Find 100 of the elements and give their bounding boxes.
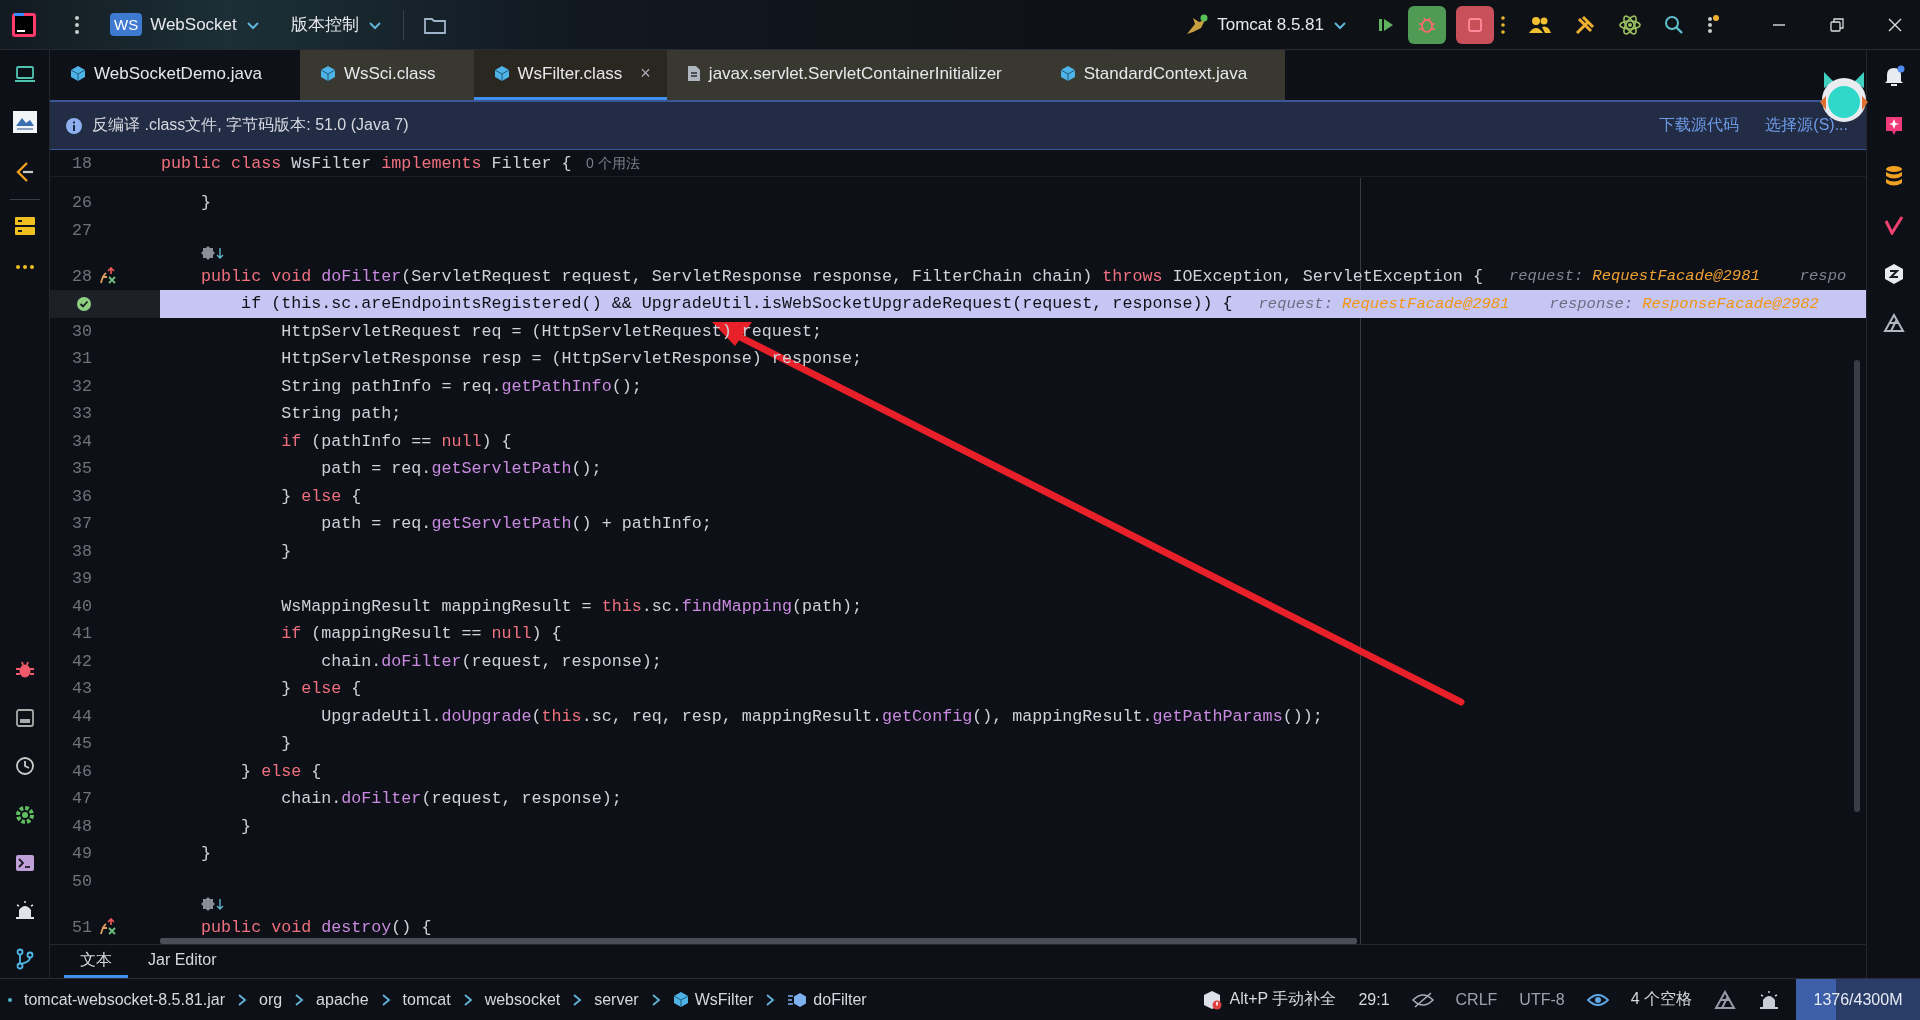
info-message: 反编译 .class文件, 字节码版本: 51.0 (Java 7) bbox=[92, 115, 409, 135]
breadcrumb-item[interactable]: apache bbox=[316, 990, 369, 1009]
breadcrumb-item[interactable]: org bbox=[259, 990, 283, 1009]
line-number: 36 bbox=[70, 486, 92, 506]
triangle-knot-icon[interactable] bbox=[1882, 313, 1905, 335]
editor-mode-tab[interactable]: 文本 bbox=[64, 945, 128, 978]
vcs-label: 版本控制 bbox=[290, 14, 359, 36]
code-line: } bbox=[200, 192, 213, 215]
line-number: 31 bbox=[70, 349, 92, 369]
resume-icon[interactable] bbox=[1378, 16, 1394, 33]
scrollbar[interactable] bbox=[1854, 360, 1860, 812]
badge-arrow-icon[interactable] bbox=[201, 896, 225, 913]
v-icon[interactable] bbox=[1883, 215, 1904, 235]
tools-icon[interactable] bbox=[1574, 13, 1596, 36]
scrollbar[interactable] bbox=[160, 938, 1357, 944]
stop-button[interactable] bbox=[1456, 5, 1494, 44]
line-number: 18 bbox=[70, 153, 92, 173]
code-line: String path; bbox=[280, 403, 403, 426]
code-line: } else { bbox=[280, 485, 363, 508]
sparkle-icon[interactable] bbox=[1883, 115, 1904, 137]
project-name: WebSocket bbox=[150, 14, 237, 35]
alarm-icon[interactable] bbox=[13, 900, 36, 920]
thumbnail-icon[interactable] bbox=[12, 111, 37, 133]
breadcrumb-item[interactable]: tomcat bbox=[402, 990, 451, 1009]
restore-icon[interactable] bbox=[1830, 17, 1844, 32]
people-icon[interactable] bbox=[1528, 14, 1552, 35]
breadcrumb-item[interactable]: websocket bbox=[484, 990, 561, 1009]
run-config-label: Tomcat 8.5.81 bbox=[1217, 14, 1324, 35]
editor-tab[interactable]: javax.servlet.ServletContainerInitializer bbox=[666, 50, 1040, 100]
line-number: 49 bbox=[70, 844, 92, 864]
check-icon[interactable] bbox=[76, 295, 92, 312]
editor-mode-tab[interactable]: Jar Editor bbox=[132, 945, 233, 978]
settings-icon[interactable] bbox=[13, 804, 36, 826]
editor-tab[interactable]: WsFilter.class × bbox=[473, 50, 667, 100]
line-number: 30 bbox=[70, 321, 92, 341]
override-marker-icon[interactable] bbox=[99, 918, 117, 937]
indent-setting[interactable]: 4 个空格 bbox=[1630, 989, 1692, 1010]
breadcrumb-item[interactable]: doFilter bbox=[787, 990, 867, 1009]
breadcrumb-item[interactable]: server bbox=[594, 990, 639, 1009]
line-number: 47 bbox=[70, 789, 92, 809]
line-number: 50 bbox=[70, 871, 92, 891]
run-config-selector[interactable]: Tomcat 8.5.81 bbox=[1185, 13, 1348, 36]
breadcrumb-item[interactable]: WsFilter bbox=[672, 990, 754, 1009]
banner-link[interactable]: 选择源(S)... bbox=[1765, 115, 1848, 136]
badge-arrow-icon[interactable] bbox=[201, 245, 225, 262]
clock-icon[interactable] bbox=[14, 756, 35, 776]
server-icon[interactable] bbox=[13, 216, 36, 236]
line-number: 46 bbox=[70, 761, 92, 781]
hexagon-icon[interactable] bbox=[1882, 263, 1905, 285]
caret-position[interactable]: 29:1 bbox=[1358, 990, 1390, 1009]
code-line: if (mappingResult == null) { bbox=[280, 623, 563, 646]
database-icon[interactable] bbox=[1883, 165, 1904, 187]
completion-widget[interactable]: Alt+P 手动补全 bbox=[1201, 989, 1337, 1010]
bookmark-icon[interactable] bbox=[14, 708, 35, 728]
more-icon[interactable] bbox=[1500, 14, 1506, 35]
chevron-right-icon bbox=[765, 992, 776, 1007]
menu-icon[interactable] bbox=[74, 14, 80, 35]
vcs-selector[interactable]: 版本控制 bbox=[290, 13, 383, 36]
laptop-icon[interactable] bbox=[13, 65, 36, 83]
app-logo-icon[interactable] bbox=[12, 12, 36, 37]
alarm-icon[interactable] bbox=[1758, 989, 1780, 1010]
close-tab-button[interactable]: × bbox=[640, 63, 651, 84]
debug-button[interactable] bbox=[1408, 5, 1446, 44]
code-line: } else { bbox=[240, 760, 323, 783]
memory-indicator[interactable]: 1376/4300M bbox=[1796, 979, 1920, 1020]
line-number: 27 bbox=[70, 220, 92, 240]
banner-link[interactable]: 下载源代码 bbox=[1659, 115, 1740, 136]
line-separator[interactable]: CRLF bbox=[1455, 990, 1498, 1009]
editor-tab[interactable]: StandardContext.java bbox=[1039, 50, 1286, 100]
triangle-knot-icon[interactable] bbox=[1714, 989, 1736, 1010]
more-icon[interactable] bbox=[1706, 13, 1720, 36]
terminal-icon[interactable] bbox=[14, 854, 35, 872]
editor-tab[interactable]: WsSci.class bbox=[299, 50, 474, 100]
method-icon bbox=[787, 991, 808, 1008]
folder-icon[interactable] bbox=[423, 15, 446, 34]
eye-icon[interactable] bbox=[1586, 991, 1609, 1008]
close-icon[interactable] bbox=[1888, 17, 1902, 32]
project-selector[interactable]: WS WebSocket bbox=[110, 13, 261, 36]
file-encoding[interactable]: UTF-8 bbox=[1519, 990, 1565, 1009]
git-branch-icon[interactable] bbox=[14, 948, 35, 970]
code-line: public void destroy() { bbox=[200, 916, 433, 939]
search-icon[interactable] bbox=[1664, 14, 1684, 35]
chevron-right-icon bbox=[380, 992, 391, 1007]
line-number: 40 bbox=[70, 596, 92, 616]
file-icon bbox=[686, 65, 701, 82]
code-line: } bbox=[240, 815, 253, 838]
chevron-right-icon bbox=[462, 992, 473, 1007]
cube-icon bbox=[70, 65, 86, 82]
more-icon[interactable] bbox=[14, 264, 35, 270]
atom-icon[interactable] bbox=[1618, 12, 1642, 37]
code-line: String pathInfo = req.getPathInfo(); bbox=[280, 375, 643, 398]
breadcrumb-item[interactable]: tomcat-websocket-8.5.81.jar bbox=[24, 990, 225, 1009]
hidden-icon[interactable] bbox=[1411, 990, 1434, 1009]
usage-hint[interactable]: 0 个用法 bbox=[586, 155, 640, 173]
bug-icon[interactable] bbox=[14, 660, 35, 680]
cube-icon bbox=[493, 65, 510, 82]
code-line: chain.doFilter(request, response); bbox=[280, 788, 623, 811]
code-line: public void doFilter(ServletRequest request, ServletResponse response, FilterChain chain) throws IOException, ServletException { request: RequestFacade@2981 respo bbox=[200, 265, 1848, 288]
override-marker-icon[interactable] bbox=[99, 267, 117, 286]
code-line: path = req.getServletPath(); bbox=[320, 458, 603, 481]
